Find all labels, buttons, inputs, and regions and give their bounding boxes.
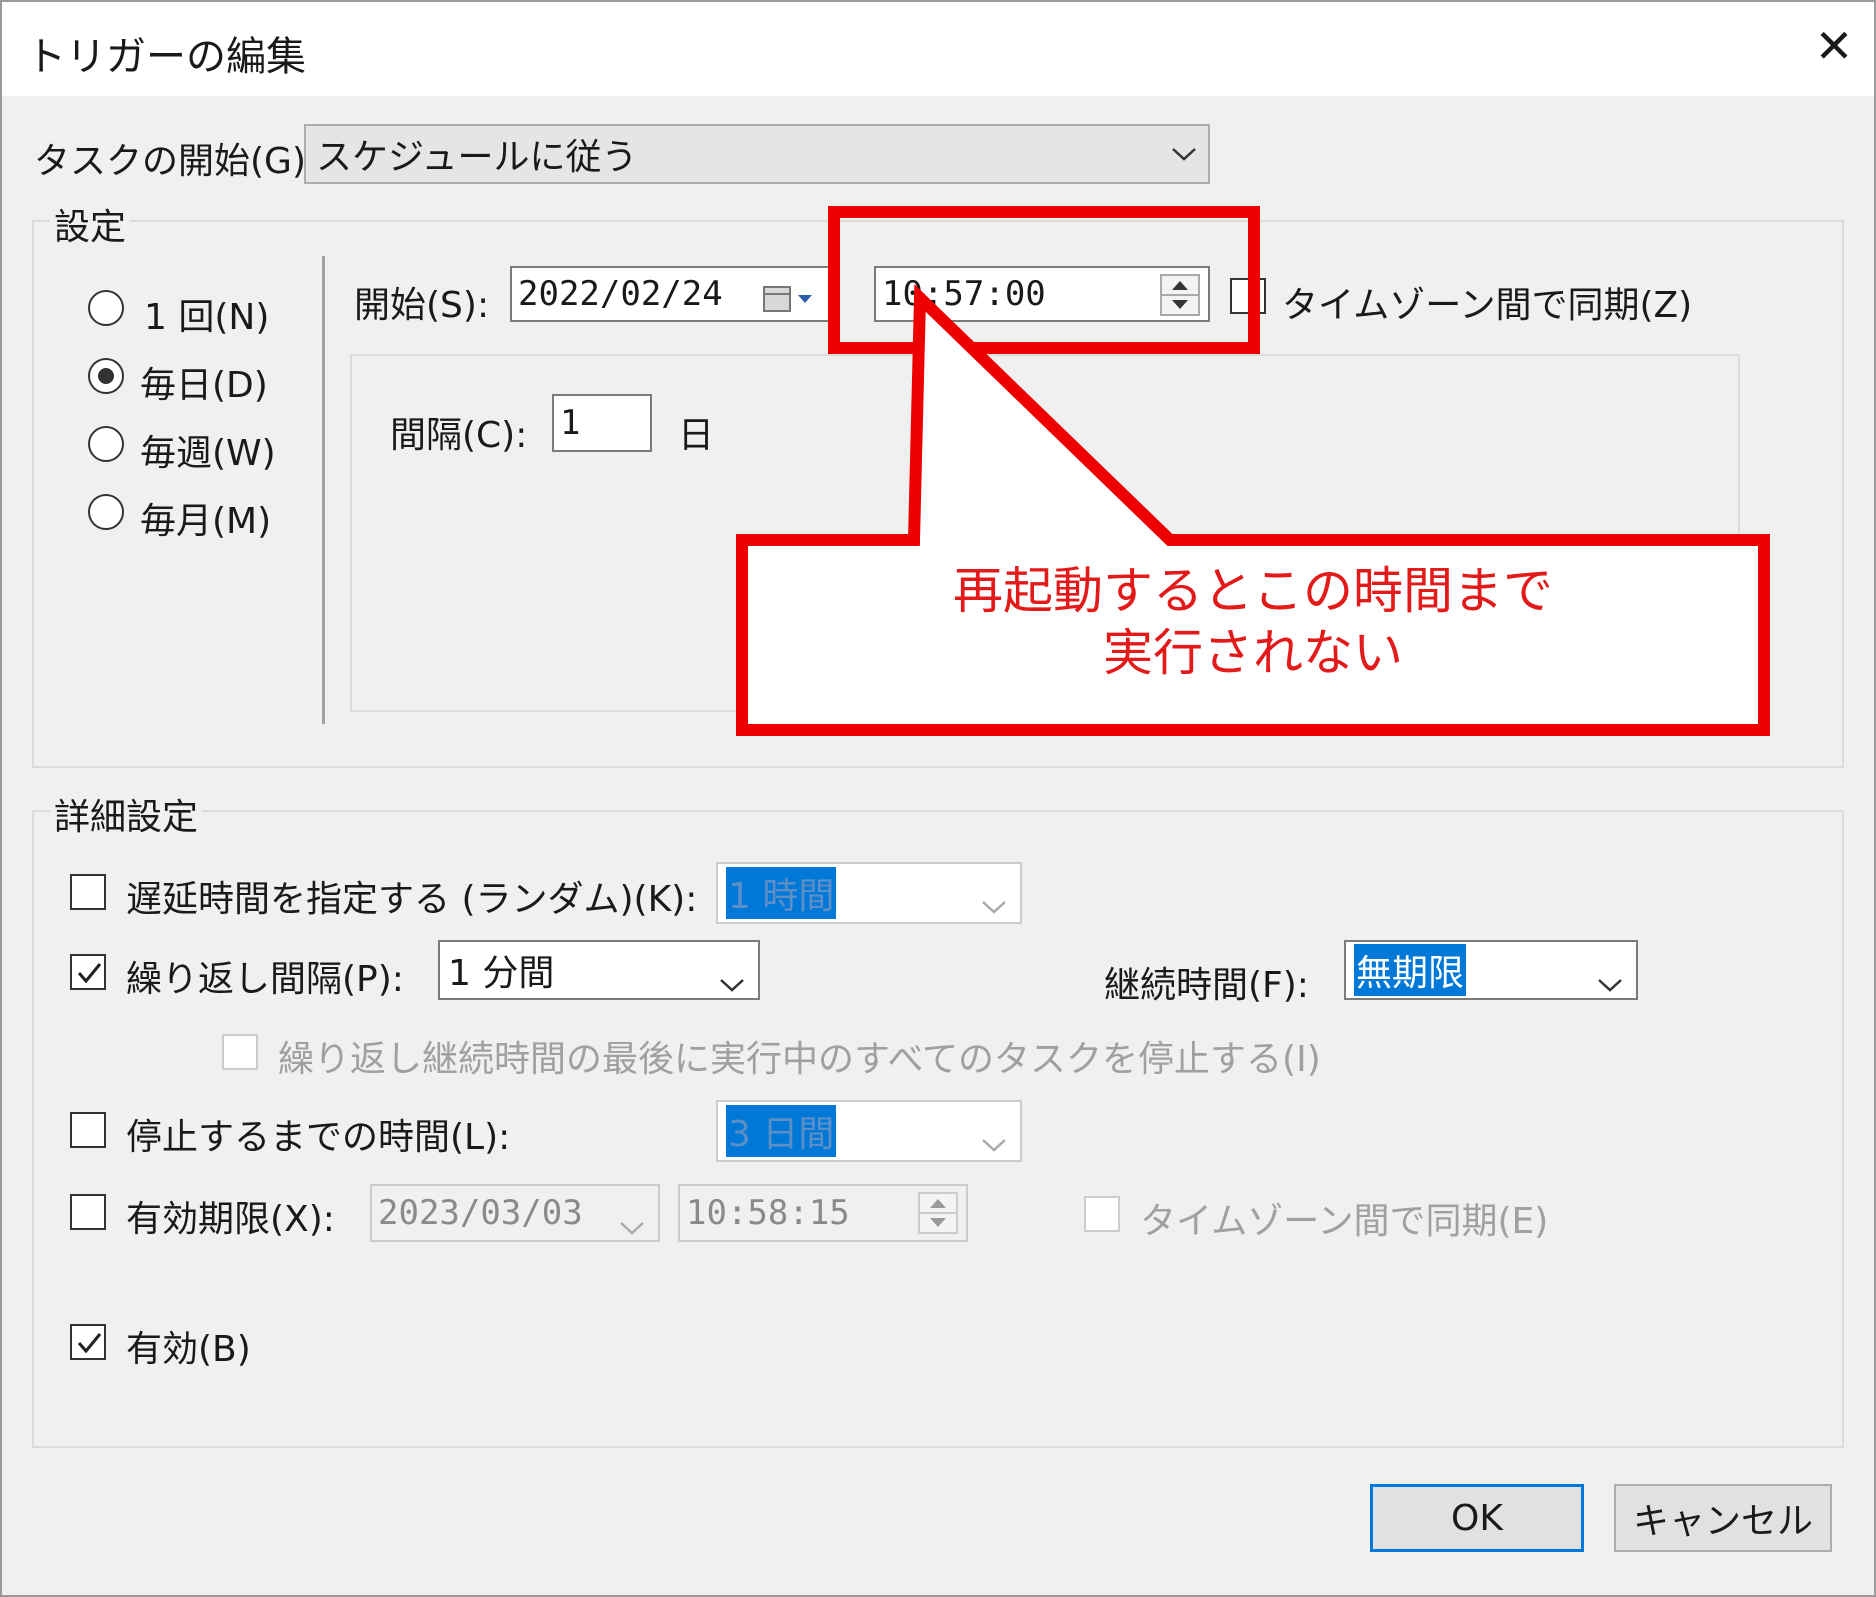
annotation-text: 再起動するとこの時間まで 実行されない [752,560,1754,684]
annotation-line-1: 再起動するとこの時間まで [953,562,1553,620]
annotation-callout-icon [736,284,1770,736]
annotation-line-2: 実行されない [1103,624,1403,682]
